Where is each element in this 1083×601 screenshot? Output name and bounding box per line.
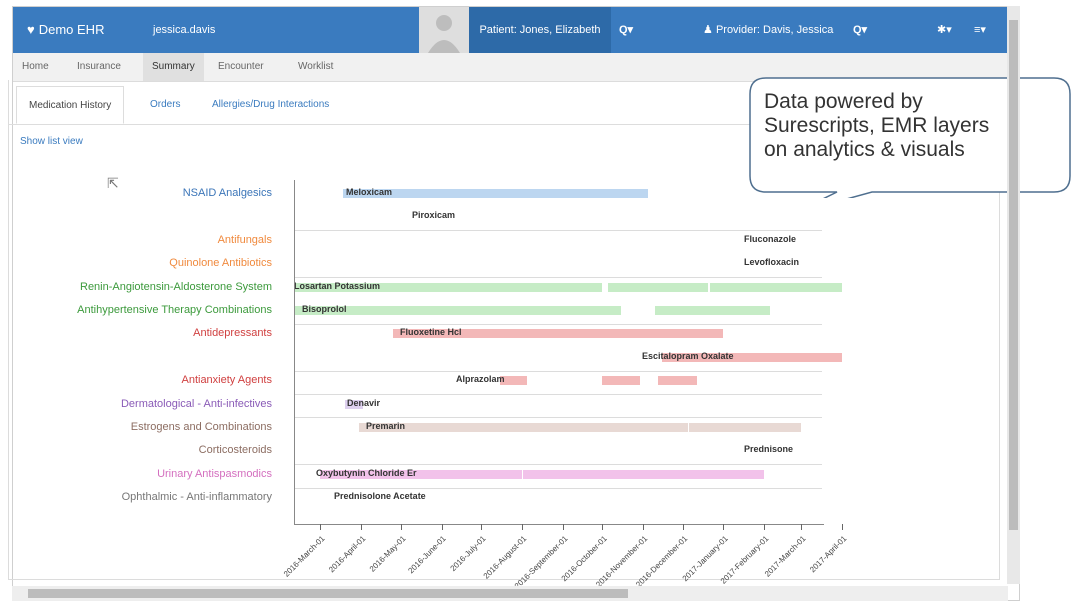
medication-label: Prednisone: [744, 444, 794, 455]
user-icon: ♟: [703, 24, 713, 36]
patient-label[interactable]: Patient: Jones, Elizabeth: [469, 7, 611, 53]
provider-label: Provider: Davis, Jessica: [715, 24, 834, 36]
medication-label: Alprazolam: [456, 374, 505, 385]
group-separator: [294, 417, 822, 419]
x-tick: [682, 524, 684, 530]
callout-text: Data powered by Surescripts, EMR layers …: [764, 90, 990, 161]
medication-bar[interactable]: [689, 423, 802, 432]
x-tick: [400, 524, 402, 530]
category-label: Quinolone Antibiotics: [169, 257, 272, 270]
medication-label: Piroxicam: [412, 210, 456, 221]
provider-search-button[interactable]: Q▾: [853, 7, 867, 53]
medication-label: Oxybutynin Chloride Er: [316, 467, 417, 478]
group-separator: [294, 370, 822, 372]
category-label: NSAID Analgesics: [182, 187, 272, 199]
settings-button[interactable]: ✱▾: [937, 7, 952, 53]
person-icon: [428, 15, 460, 53]
category-label: Urinary Antispasmodics: [157, 467, 272, 480]
category-label: Renin-Angiotensin-Aldosterone System: [80, 280, 272, 293]
category-label: Antifungals: [217, 233, 272, 246]
tab-worklist[interactable]: Worklist: [289, 53, 342, 81]
medication-label: Escitalopram Oxalate: [642, 350, 734, 361]
x-tick: [361, 524, 363, 530]
avatar: [419, 7, 469, 53]
medication-bar[interactable]: [607, 282, 708, 292]
medication-bar[interactable]: [602, 376, 641, 386]
vertical-scroll-thumb[interactable]: [1009, 20, 1018, 530]
medication-label: Bisoprolol: [302, 304, 347, 314]
x-tick: [481, 524, 483, 530]
group-separator: [294, 230, 822, 232]
group-separator: [294, 277, 822, 279]
category-label: Ophthalmic - Anti-inflammatory: [121, 491, 272, 504]
x-tick: [723, 524, 725, 530]
category-label: Antihypertensive Therapy Combinations: [77, 304, 272, 316]
medication-label: Premarin: [366, 421, 406, 431]
hamburger-menu-button[interactable]: ≡▾: [974, 7, 986, 53]
x-tick: [801, 524, 803, 530]
medication-bar[interactable]: [654, 306, 770, 315]
x-tick: [602, 524, 604, 530]
medication-label: Prednisolone Acetate: [334, 491, 426, 502]
provider-menu[interactable]: ♟ Provider: Davis, Jessica: [703, 7, 833, 53]
x-tick: [562, 524, 564, 530]
x-tick: [441, 524, 443, 530]
medication-label: Denavir: [347, 397, 381, 408]
horizontal-scroll-thumb[interactable]: [28, 589, 628, 598]
patient-search-button[interactable]: Q▾: [619, 7, 633, 53]
category-label: Dermatological - Anti-infectives: [120, 397, 272, 410]
medication-label: Losartan Potassium: [294, 280, 381, 291]
medication-bar[interactable]: [358, 423, 688, 432]
x-axis-line: [294, 524, 824, 525]
category-label: Antidepressants: [193, 327, 272, 340]
category-label: Corticosteroids: [198, 444, 272, 457]
group-separator: [294, 487, 822, 489]
medication-label: Fluoxetine Hcl: [400, 327, 462, 338]
medication-label: Fluconazole: [744, 233, 797, 244]
y-axis-line: [294, 180, 295, 524]
x-tick: [764, 524, 766, 530]
category-labels: NSAID Analgesics Antifungals Quinolone Ant…: [0, 0, 272, 600]
medication-bar[interactable]: [523, 469, 765, 479]
medication-bar[interactable]: [657, 376, 698, 386]
medication-timeline-chart: Meloxicam Piroxicam Fluconazole Levofloxaci…: [282, 180, 848, 591]
group-separator: [294, 394, 822, 396]
category-label: Antianxiety Agents: [181, 374, 272, 387]
x-tick: [521, 524, 523, 530]
medication-bar[interactable]: [710, 282, 842, 292]
x-tick: [842, 524, 843, 530]
group-separator: [294, 323, 822, 325]
medication-label: Levofloxacin: [744, 257, 800, 268]
medication-label: Meloxicam: [346, 187, 393, 197]
x-tick: [320, 524, 322, 530]
category-label: Estrogens and Combinations: [130, 421, 272, 433]
group-separator: [294, 464, 822, 466]
x-tick: [643, 524, 645, 530]
